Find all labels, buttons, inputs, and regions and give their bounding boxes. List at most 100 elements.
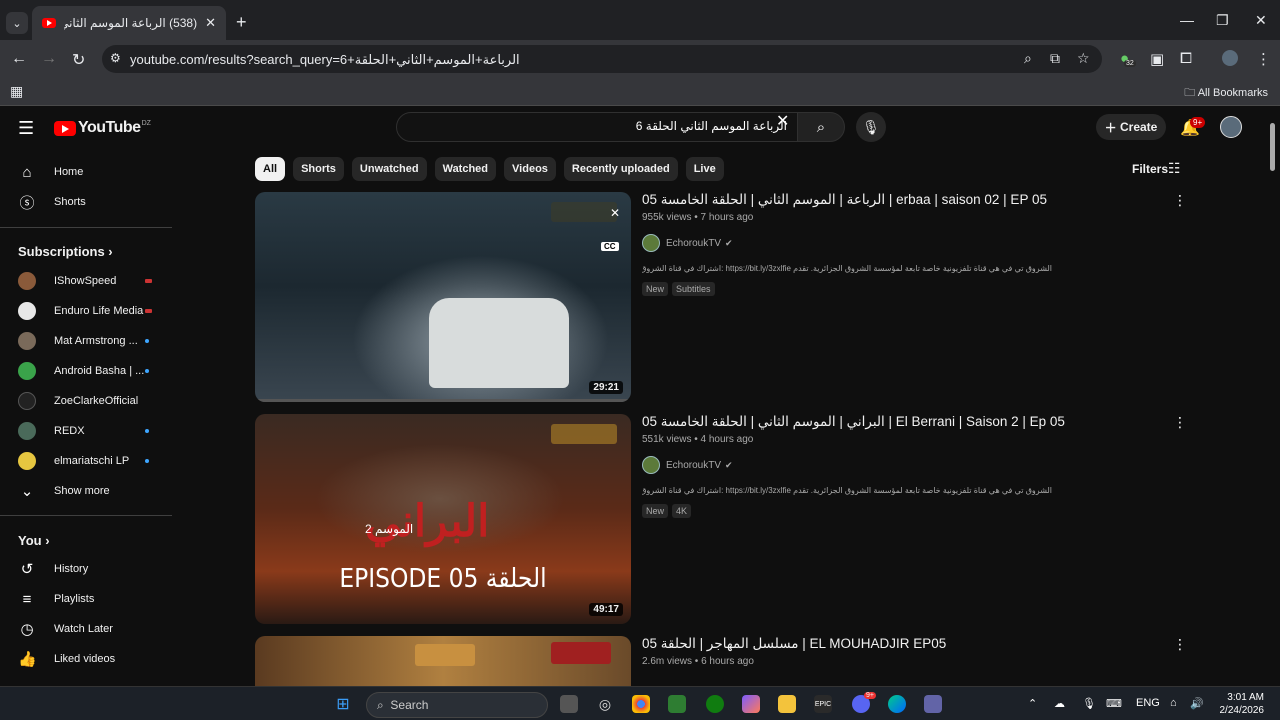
back-icon[interactable]: ← bbox=[11, 50, 27, 68]
menu-icon[interactable]: ☰ bbox=[18, 118, 34, 139]
sidebar-item-label: History bbox=[54, 563, 89, 575]
video-thumbnail[interactable] bbox=[255, 636, 631, 686]
tab-search-button[interactable]: ⌄ bbox=[6, 12, 28, 34]
video-title[interactable]: 05 البراني | الموسم الثاني | الحلقة الخا… bbox=[642, 414, 1172, 430]
filters-button[interactable]: Filters bbox=[1132, 162, 1168, 176]
sidebar-item-watch-later[interactable]: ◷ Watch Later bbox=[0, 614, 172, 644]
chip-all[interactable]: All bbox=[255, 157, 286, 181]
create-button[interactable]: ＋ Create bbox=[1096, 114, 1166, 140]
address-bar[interactable]: ⚙ youtube.com/results?search_query=6+الر… bbox=[102, 45, 1102, 73]
sidebar-item-shorts[interactable]: ⓢ Shorts bbox=[0, 187, 172, 217]
install-app-icon[interactable]: ⧉ bbox=[1050, 50, 1060, 67]
reload-icon[interactable]: ↻ bbox=[72, 50, 85, 70]
live-indicator-icon bbox=[145, 279, 152, 283]
sidebar-item-label: Liked videos bbox=[54, 653, 116, 665]
account-avatar[interactable] bbox=[1220, 116, 1242, 138]
sidebar-item-subscription[interactable]: elmariatschi LP bbox=[0, 446, 172, 476]
sidebar-item-subscription[interactable]: REDX bbox=[0, 416, 172, 446]
windows-start-icon[interactable]: ⊞ bbox=[334, 695, 352, 713]
scrollbar-thumb[interactable] bbox=[1270, 123, 1275, 171]
bookmark-star-icon[interactable]: ☆ bbox=[1077, 50, 1090, 67]
all-bookmarks-button[interactable]: 🗀 All Bookmarks bbox=[1184, 84, 1268, 103]
video-thumbnail[interactable]: البراني الموسم 2 EPISODE 05 الحلقة 49:17 bbox=[255, 414, 631, 624]
site-info-icon[interactable]: ⚙ bbox=[110, 51, 121, 65]
more-actions-icon[interactable]: ⋮ bbox=[1173, 636, 1187, 653]
chip-live[interactable]: Live bbox=[685, 157, 724, 181]
gitkraken-icon[interactable]: ◎ bbox=[596, 695, 614, 713]
chip-watched[interactable]: Watched bbox=[434, 157, 497, 181]
task-view-icon[interactable] bbox=[560, 695, 578, 713]
sidebar-item-subscription[interactable]: Enduro Life Media bbox=[0, 296, 172, 326]
language-indicator[interactable]: ENG bbox=[1136, 697, 1160, 709]
xbox-icon[interactable] bbox=[706, 695, 724, 713]
more-actions-icon[interactable]: ⋮ bbox=[1173, 414, 1187, 431]
mic-icon: 🎙 bbox=[862, 118, 880, 135]
taskbar-clock[interactable]: 3:01 AM 2/24/2026 bbox=[1214, 691, 1265, 717]
taskbar-search[interactable]: ⌕ Search bbox=[366, 692, 548, 718]
channel-link[interactable]: EchoroukTV ✔ bbox=[642, 234, 733, 252]
sidebar-item-subscription[interactable]: Android Basha | ... bbox=[0, 356, 172, 386]
reading-list-icon[interactable]: ▣ bbox=[1150, 50, 1164, 68]
sidebar-item-playlists[interactable]: ≡ Playlists bbox=[0, 584, 172, 614]
close-preview-icon[interactable]: ✕ bbox=[610, 206, 620, 220]
chrome-menu-icon[interactable]: ⋮ bbox=[1256, 50, 1271, 68]
shorts-icon: ⓢ bbox=[19, 194, 35, 212]
copilot-icon[interactable] bbox=[742, 695, 760, 713]
app-cube-icon[interactable] bbox=[668, 695, 686, 713]
sidebar-item-subscription[interactable]: ZoeClarkeOfficial bbox=[0, 386, 172, 416]
sidebar-item-home[interactable]: ⌂ Home bbox=[0, 157, 172, 187]
sidebar-item-label: Android Basha | ... bbox=[54, 365, 145, 377]
more-actions-icon[interactable]: ⋮ bbox=[1173, 192, 1187, 209]
sidebar-item-liked-videos[interactable]: 👍 Liked videos bbox=[0, 644, 172, 674]
network-icon[interactable]: ⌂ bbox=[1170, 697, 1177, 709]
extensions-puzzle-icon[interactable]: ⧠ bbox=[1180, 50, 1192, 67]
video-title[interactable]: 05 مسلسل المهاجر | الحلقة | EL MOUHADJIR… bbox=[642, 636, 1172, 652]
channel-logo bbox=[551, 202, 617, 222]
close-window-icon[interactable]: ✕ bbox=[1255, 12, 1267, 29]
edge-icon[interactable] bbox=[888, 695, 906, 713]
chip-recently-uploaded[interactable]: Recently uploaded bbox=[563, 157, 678, 181]
microphone-icon[interactable]: 🎙 bbox=[1082, 697, 1096, 710]
show-more-button[interactable]: ⌄ Show more bbox=[0, 476, 172, 506]
chip-videos[interactable]: Videos bbox=[504, 157, 556, 181]
discord-badge: 9+ bbox=[864, 692, 876, 699]
video-title[interactable]: 05 الرباعة | الموسم الثاني | الحلقة الخا… bbox=[642, 192, 1172, 208]
channel-link[interactable]: EchoroukTV ✔ bbox=[642, 456, 733, 474]
subscriptions-heading[interactable]: Subscriptions › bbox=[18, 244, 113, 259]
browser-tab[interactable]: (538) الرباعة الموسم الثاني الحلقة 6 ✕ bbox=[32, 6, 226, 40]
search-input[interactable]: الرباعة الموسم الثاني الحلقة 6 bbox=[396, 112, 798, 142]
video-thumbnail[interactable]: CC ✕ 29:21 bbox=[255, 192, 631, 402]
clear-search-icon[interactable]: ✕ bbox=[776, 111, 789, 131]
chrome-icon[interactable] bbox=[632, 695, 650, 713]
teams-icon[interactable] bbox=[924, 695, 942, 713]
keyboard-icon[interactable]: ⌨ bbox=[1106, 697, 1122, 710]
maximize-icon[interactable]: ❐ bbox=[1216, 12, 1229, 29]
channel-avatar bbox=[18, 452, 36, 470]
forward-icon[interactable]: → bbox=[41, 50, 57, 68]
thumbnail-logo bbox=[415, 644, 475, 666]
chip-unwatched[interactable]: Unwatched bbox=[351, 157, 427, 181]
you-heading[interactable]: You › bbox=[18, 533, 50, 548]
filters-icon[interactable]: ☷ bbox=[1168, 160, 1181, 177]
youtube-logo[interactable]: YouTube DZ bbox=[54, 119, 151, 137]
close-tab-icon[interactable]: ✕ bbox=[205, 15, 216, 31]
minimize-icon[interactable]: — bbox=[1180, 12, 1194, 28]
chip-shorts[interactable]: Shorts bbox=[293, 157, 344, 181]
profile-avatar[interactable] bbox=[1222, 50, 1238, 66]
sidebar-item-subscription[interactable]: Mat Armstrong ... bbox=[0, 326, 172, 356]
voice-search-button[interactable]: 🎙 bbox=[856, 112, 886, 142]
playlists-icon: ≡ bbox=[22, 590, 32, 608]
volume-icon[interactable]: 🔊 bbox=[1190, 697, 1204, 710]
onedrive-icon[interactable]: ☁ bbox=[1054, 697, 1065, 710]
verified-icon: ✔ bbox=[725, 459, 733, 470]
search-button[interactable]: ⌕ bbox=[797, 112, 845, 142]
sidebar-item-subscription[interactable]: IShowSpeed bbox=[0, 266, 172, 296]
new-tab-button[interactable]: + bbox=[236, 12, 247, 32]
tray-overflow-icon[interactable]: ⌃ bbox=[1028, 697, 1037, 710]
epic-games-icon[interactable]: EPIC bbox=[814, 695, 832, 713]
video-result[interactable]: 05 مسلسل المهاجر | الحلقة | EL MOUHADJIR… bbox=[255, 636, 1187, 686]
apps-grid-icon[interactable]: ▦ bbox=[10, 83, 23, 100]
sidebar-item-history[interactable]: ↺ History bbox=[0, 554, 172, 584]
search-page-icon[interactable]: ⌕ bbox=[1024, 50, 1032, 67]
file-explorer-icon[interactable] bbox=[778, 695, 796, 713]
